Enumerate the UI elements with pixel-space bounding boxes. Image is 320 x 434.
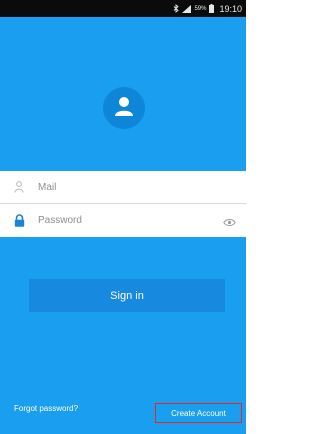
person-icon [0, 181, 38, 193]
signal-icon [182, 4, 192, 13]
forgot-password-link[interactable]: Forgot password? [14, 404, 78, 413]
battery-icon [209, 4, 215, 13]
mail-input[interactable] [38, 181, 198, 193]
status-bar: 59% 19:10 [0, 0, 246, 17]
sign-in-button[interactable]: Sign in [29, 279, 225, 312]
battery-percent: 59% [194, 5, 207, 12]
create-account-link[interactable]: Create Account [155, 403, 242, 423]
lock-icon [0, 214, 38, 227]
password-row [0, 204, 246, 237]
avatar [103, 87, 145, 129]
mail-row [0, 171, 246, 204]
password-input[interactable] [38, 215, 198, 226]
status-time: 19:10 [219, 3, 242, 14]
login-screen: 59% 19:10 Mail Sign in Forgot password? … [0, 0, 246, 434]
bluetooth-icon [173, 4, 180, 13]
login-form [0, 171, 246, 237]
eye-icon[interactable] [223, 214, 236, 232]
user-icon [112, 94, 136, 123]
